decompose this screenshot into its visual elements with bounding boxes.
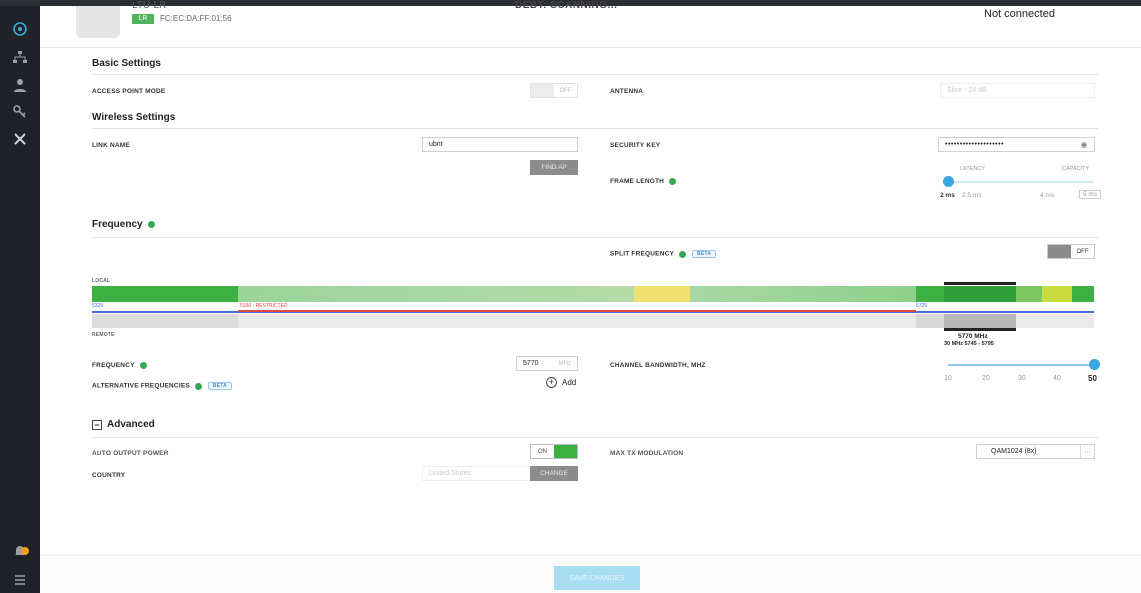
connection-status: Not connected bbox=[984, 8, 1055, 20]
info-dot-icon bbox=[139, 362, 147, 369]
plus-icon: + bbox=[546, 377, 557, 388]
menu-icon[interactable] bbox=[11, 571, 29, 589]
user-icon[interactable] bbox=[11, 76, 29, 94]
split-frequency-toggle[interactable]: OFF bbox=[1047, 244, 1095, 259]
divider bbox=[92, 74, 1098, 75]
split-frequency-label: SPLIT FREQUENCY BETA bbox=[610, 250, 717, 258]
topology-icon[interactable] bbox=[11, 48, 29, 66]
ap-mode-toggle[interactable]: OFF bbox=[530, 83, 578, 98]
frequency-spectrum-remote bbox=[92, 314, 1094, 328]
info-dot-icon bbox=[679, 250, 687, 258]
link-name-label: LINK NAME bbox=[92, 142, 130, 149]
add-frequency-button[interactable]: + Add bbox=[546, 377, 576, 388]
tools-icon[interactable] bbox=[11, 130, 29, 148]
notification-badge bbox=[21, 547, 29, 555]
selected-range: 30 MHz 5745 - 5795 bbox=[944, 341, 994, 347]
divider bbox=[92, 237, 1098, 238]
max-tx-modulation-label: MAX TX MODULATION bbox=[610, 450, 684, 457]
frame-tick: 4 ms bbox=[1040, 192, 1055, 199]
device-tag: LR bbox=[132, 14, 154, 24]
marker-right: 5725 bbox=[916, 303, 928, 309]
alt-frequencies-label: ALTERNATIVE FREQUENCIES BETA bbox=[92, 382, 232, 390]
bw-tick: 40 bbox=[1053, 375, 1061, 382]
ap-mode-label: ACCESS POINT MODE bbox=[92, 88, 166, 95]
bw-tick: 50 bbox=[1088, 374, 1097, 383]
scan-status: DEBT: SCANNING... bbox=[515, 0, 618, 11]
find-ap-button[interactable]: FIND AP bbox=[530, 160, 578, 175]
info-dot-icon bbox=[669, 178, 677, 185]
max-tx-modulation-select[interactable]: QAM1024 (8x) ⋯ bbox=[976, 444, 1095, 459]
auto-output-power-label: AUTO OUTPUT POWER bbox=[92, 450, 169, 457]
selected-channel-marker bbox=[944, 282, 1016, 285]
wireless-settings-title: Wireless Settings bbox=[92, 112, 176, 123]
selected-channel-marker bbox=[944, 328, 1016, 331]
bandwidth-slider[interactable] bbox=[948, 364, 1094, 366]
info-dot-icon bbox=[147, 220, 155, 228]
link-name-input[interactable]: ubnt bbox=[422, 137, 578, 152]
dashboard-icon[interactable] bbox=[11, 20, 29, 38]
change-country-button[interactable]: CHANGE bbox=[530, 466, 578, 481]
restricted-range bbox=[238, 310, 916, 312]
footer: SAVE CHANGES bbox=[40, 555, 1141, 593]
device-mac: FC:EC:DA:FF:01:56 bbox=[160, 14, 232, 23]
country-label: COUNTRY bbox=[92, 472, 126, 479]
sidebar bbox=[0, 6, 40, 593]
bandwidth-knob[interactable] bbox=[1089, 359, 1100, 370]
info-dot-icon bbox=[194, 382, 202, 390]
save-changes-button[interactable]: SAVE CHANGES bbox=[554, 566, 640, 590]
frame-length-slider[interactable] bbox=[948, 181, 1094, 183]
restricted-marker: 5330 · RESTRICTED bbox=[240, 303, 288, 309]
bw-tick: 30 bbox=[1018, 375, 1026, 382]
latency-label: LATENCY bbox=[960, 166, 985, 172]
beta-badge: BETA bbox=[692, 250, 717, 258]
collapse-icon[interactable]: − bbox=[92, 419, 102, 430]
bw-tick: 10 bbox=[944, 375, 952, 382]
device-name: LTU-LR bbox=[132, 0, 167, 11]
divider bbox=[92, 128, 1098, 129]
dropdown-icon: ⋯ bbox=[1080, 445, 1094, 458]
frame-tick: 2.5 ms bbox=[962, 192, 982, 199]
beta-badge: BETA bbox=[207, 382, 232, 390]
frame-length-knob[interactable] bbox=[943, 176, 954, 187]
security-key-input[interactable]: •••••••••••••••••••• ◉ bbox=[938, 137, 1095, 152]
device-image bbox=[76, 6, 120, 38]
advanced-title[interactable]: − Advanced bbox=[92, 419, 155, 430]
frequency-label: FREQUENCY bbox=[92, 362, 147, 369]
frequency-title: Frequency bbox=[92, 219, 155, 230]
marker-left: 5325 bbox=[92, 303, 104, 309]
security-key-label: SECURITY KEY bbox=[610, 142, 661, 149]
antenna-label: ANTENNA bbox=[610, 88, 644, 95]
auto-output-toggle[interactable]: ON bbox=[530, 444, 578, 459]
basic-settings-title: Basic Settings bbox=[92, 58, 161, 69]
country-input: United States bbox=[422, 466, 532, 481]
antenna-select[interactable]: Slice - 24 dB bbox=[940, 83, 1095, 98]
frame-tick: 2 ms bbox=[940, 192, 955, 199]
frame-tick: 5 ms bbox=[1079, 190, 1102, 199]
eye-icon[interactable]: ◉ bbox=[1081, 140, 1088, 149]
frequency-input[interactable]: 5770 MHz bbox=[516, 356, 578, 371]
capacity-label: CAPACITY bbox=[1062, 166, 1090, 172]
local-label: LOCAL bbox=[92, 278, 111, 284]
frame-length-label: FRAME LENGTH bbox=[610, 178, 677, 185]
selected-frequency: 5770 MHz bbox=[958, 333, 988, 340]
device-header: LTU-LR LR FC:EC:DA:FF:01:56 DEBT: SCANNI… bbox=[40, 0, 1141, 48]
bw-tick: 20 bbox=[982, 375, 990, 382]
frequency-spectrum-local[interactable] bbox=[92, 286, 1094, 302]
remote-label: REMOTE bbox=[92, 332, 115, 338]
divider bbox=[92, 437, 1098, 438]
key-icon[interactable] bbox=[11, 102, 29, 120]
channel-bandwidth-label: CHANNEL BANDWIDTH, MHz bbox=[610, 362, 706, 369]
